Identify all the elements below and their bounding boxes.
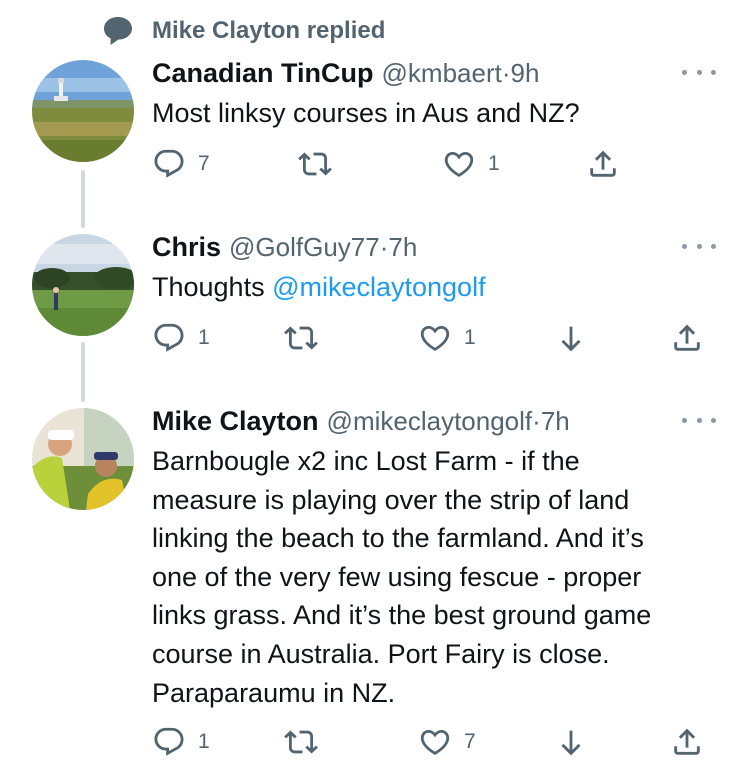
display-name[interactable]: Chris (152, 232, 221, 263)
heart-icon (420, 729, 450, 755)
heart-icon (420, 325, 450, 351)
more-options-icon[interactable] (682, 410, 716, 430)
like-count: 1 (464, 326, 476, 349)
speech-bubble-icon (100, 14, 136, 48)
reply-count: 1 (198, 326, 210, 349)
retweet-button[interactable] (284, 320, 318, 356)
like-count: 7 (464, 730, 476, 753)
tweet-text: Barnbougle x2 inc Lost Farm - if the mea… (152, 442, 732, 712)
tweet-text-line: measure is playing over the strip of lan… (152, 484, 630, 515)
separator: · (501, 58, 511, 88)
heart-icon (444, 151, 474, 177)
avatar[interactable] (32, 234, 134, 336)
display-name[interactable]: Canadian TinCup (152, 58, 374, 89)
retweet-button[interactable] (284, 724, 318, 760)
reply-icon (154, 149, 184, 178)
tweet-header: Chris @GolfGuy77 · 7h (152, 232, 417, 266)
reply-icon (154, 727, 184, 756)
avatar[interactable] (32, 60, 134, 162)
share-button[interactable] (670, 320, 704, 356)
thread-line (81, 342, 85, 402)
share-button[interactable] (586, 146, 620, 182)
reply-count: 1 (198, 730, 210, 753)
retweet-icon (298, 152, 332, 176)
share-button[interactable] (670, 724, 704, 760)
tweet-text-line: Barnbougle x2 inc Lost Farm - if the (152, 446, 580, 476)
reply-button[interactable]: 1 (152, 320, 210, 356)
tweet-header: Mike Clayton @mikeclaytongolf · 7h (152, 406, 570, 440)
tweet-text-line: linking the beach to the farmland. And i… (152, 523, 644, 554)
download-icon (561, 326, 581, 352)
avatar[interactable] (32, 408, 134, 510)
replied-text: Mike Clayton replied (152, 17, 386, 44)
reply-icon (154, 323, 184, 352)
reply-button[interactable]: 1 (152, 724, 210, 760)
handle[interactable]: @GolfGuy77 (229, 232, 380, 263)
share-icon (590, 150, 616, 177)
like-button[interactable]: 1 (442, 146, 500, 182)
more-options-icon[interactable] (682, 62, 716, 82)
like-count: 1 (488, 152, 500, 175)
tweet-text: Most linksy courses in Aus and NZ? (152, 98, 580, 128)
tweet-text-line: course in Australia. Port Fairy is close… (152, 638, 610, 669)
handle[interactable]: @kmbaert (382, 58, 502, 89)
timestamp[interactable]: 9h (511, 58, 540, 89)
share-icon (674, 728, 700, 755)
retweet-button[interactable] (298, 146, 332, 182)
tweet-text-prefix: Thoughts (152, 272, 273, 302)
mention-link[interactable]: @mikeclaytongolf (272, 272, 486, 302)
reply-button[interactable]: 7 (152, 146, 210, 182)
like-button[interactable]: 7 (418, 724, 476, 760)
tweet-header: Canadian TinCup @kmbaert · 9h (152, 58, 539, 92)
reply-count: 7 (198, 152, 210, 175)
like-button[interactable]: 1 (418, 320, 476, 356)
thread-line (81, 170, 85, 228)
timestamp[interactable]: 7h (541, 406, 570, 437)
tweet-text: Thoughts @mikeclaytongolf (152, 268, 732, 307)
tweet-text-line: one of the very few using fescue - prope… (152, 561, 642, 592)
separator: · (379, 232, 389, 262)
handle[interactable]: @mikeclaytongolf (327, 406, 533, 437)
download-icon (561, 730, 581, 756)
retweet-icon (284, 730, 318, 754)
more-options-icon[interactable] (682, 236, 716, 256)
separator: · (532, 406, 541, 436)
tweet-text-line: Paraparaumu in NZ. (152, 677, 396, 708)
display-name[interactable]: Mike Clayton (152, 406, 319, 437)
download-button[interactable] (554, 724, 588, 760)
tweet-text-line: links grass. And it’s the best ground ga… (152, 600, 652, 631)
share-icon (674, 324, 700, 351)
timestamp[interactable]: 7h (388, 232, 417, 263)
replied-context: Mike Clayton replied (100, 14, 385, 48)
retweet-icon (284, 326, 318, 350)
download-button[interactable] (554, 320, 588, 356)
